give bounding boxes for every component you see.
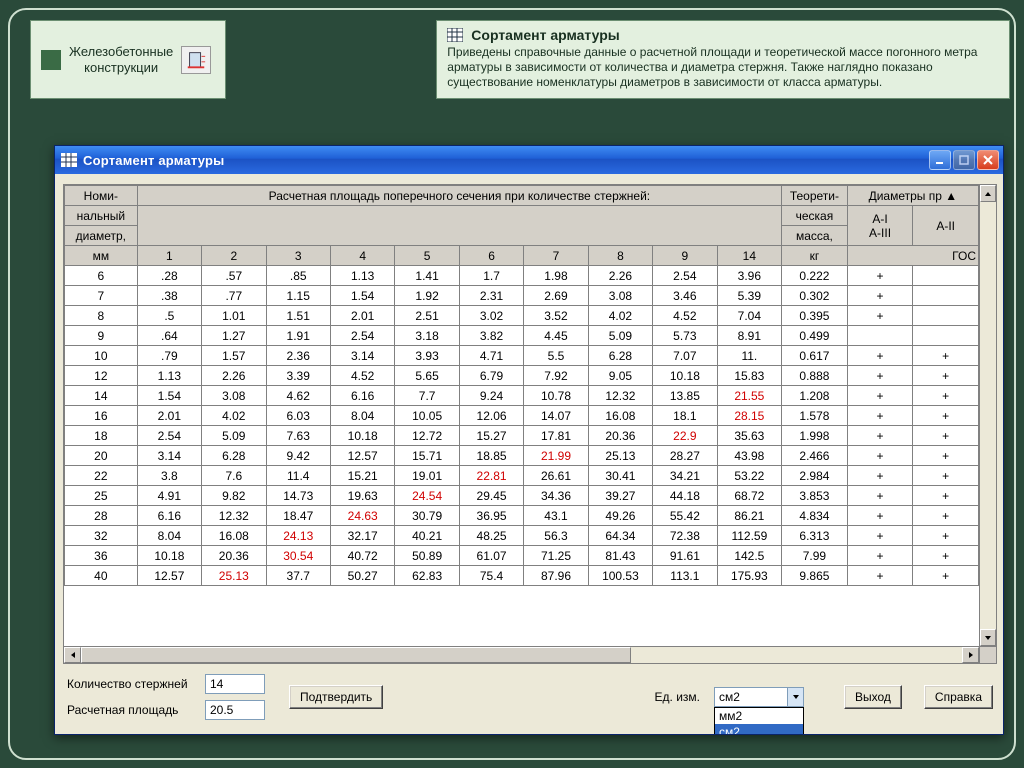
unit-option-mm2[interactable]: мм2 xyxy=(715,708,803,724)
area-input[interactable] xyxy=(205,700,265,720)
col-a2: A-II xyxy=(913,206,979,246)
data-grid[interactable]: Номи-Расчетная площадь поперечного сечен… xyxy=(63,184,997,664)
col-mass: Теорети- xyxy=(782,186,848,206)
col-qty-8: 8 xyxy=(588,246,652,266)
table-icon xyxy=(447,28,463,42)
col-qty-1: 1 xyxy=(137,246,201,266)
table-row[interactable]: 286.1612.3218.4724.6330.7936.9543.149.26… xyxy=(65,506,979,526)
col-qty-4: 4 xyxy=(330,246,394,266)
window: Сортамент арматуры Номи-Расчетная площад… xyxy=(54,145,1004,735)
scroll-up-icon[interactable] xyxy=(980,185,996,202)
col-gost: ГОС xyxy=(847,246,978,266)
qty-input[interactable] xyxy=(205,674,265,694)
header-right-title: Сортамент арматуры xyxy=(471,27,619,43)
titlebar[interactable]: Сортамент арматуры xyxy=(55,146,1003,174)
diagram-icon xyxy=(181,46,211,74)
col-diameters: Диаметры пр ▲ xyxy=(847,186,978,206)
unit-option-cm2[interactable]: см2 xyxy=(715,724,803,734)
unit-dropdown-list[interactable]: мм2 см2 xyxy=(714,707,804,734)
horizontal-scrollbar[interactable] xyxy=(64,646,996,663)
table-row[interactable]: 8.51.011.512.012.513.023.524.024.527.040… xyxy=(65,306,979,326)
area-label: Расчетная площадь xyxy=(67,703,197,717)
col-qty-14: 14 xyxy=(717,246,782,266)
title-table-icon xyxy=(61,153,77,167)
col-qty-5: 5 xyxy=(395,246,459,266)
close-button[interactable] xyxy=(977,150,999,170)
col-qty-6: 6 xyxy=(459,246,523,266)
table-row[interactable]: 10.791.572.363.143.934.715.56.287.0711.0… xyxy=(65,346,979,366)
col-qty-2: 2 xyxy=(202,246,266,266)
header-panel-right: Сортамент арматуры Приведены справочные … xyxy=(436,20,1010,99)
scroll-down-icon[interactable] xyxy=(980,629,996,646)
table-row[interactable]: 328.0416.0824.1332.1740.2148.2556.364.34… xyxy=(65,526,979,546)
chevron-down-icon[interactable] xyxy=(787,688,803,706)
material-icon xyxy=(41,50,61,70)
help-button[interactable]: Справка xyxy=(924,685,993,709)
table-row[interactable]: 4012.5725.1337.750.2762.8375.487.96100.5… xyxy=(65,566,979,586)
scroll-left-icon[interactable] xyxy=(64,647,81,663)
table-row[interactable]: 203.146.289.4212.5715.7118.8521.9925.132… xyxy=(65,446,979,466)
exit-button[interactable]: Выход xyxy=(844,685,902,709)
table-row[interactable]: 7.38.771.151.541.922.312.693.083.465.390… xyxy=(65,286,979,306)
window-title: Сортамент арматуры xyxy=(83,153,929,168)
col-qty-9: 9 xyxy=(653,246,717,266)
header-right-desc: Приведены справочные данные о расчетной … xyxy=(447,45,999,90)
header-panel-left: Железобетонные конструкции xyxy=(30,20,226,99)
col-qty-7: 7 xyxy=(524,246,588,266)
col-span-area: Расчетная площадь поперечного сечения пр… xyxy=(137,186,781,206)
col-qty-3: 3 xyxy=(266,246,330,266)
table-row[interactable]: 9.641.271.912.543.183.824.455.095.738.91… xyxy=(65,326,979,346)
table-row[interactable]: 162.014.026.038.0410.0512.0614.0716.0818… xyxy=(65,406,979,426)
confirm-button[interactable]: Подтвердить xyxy=(289,685,383,709)
unit-label: Ед. изм. xyxy=(655,690,700,704)
header-left-line1: Железобетонные xyxy=(69,44,173,59)
table-row[interactable]: 182.545.097.6310.1812.7215.2717.8120.362… xyxy=(65,426,979,446)
table-row[interactable]: 223.87.611.415.2119.0122.8126.6130.4134.… xyxy=(65,466,979,486)
col-nominal: Номи- xyxy=(65,186,138,206)
col-a1-a3: A-IA-III xyxy=(847,206,913,246)
qty-label: Количество стержней xyxy=(67,677,197,691)
unit-select[interactable]: см2 мм2 см2 xyxy=(714,687,804,707)
unit-selected: см2 xyxy=(715,690,787,704)
table-row[interactable]: 3610.1820.3630.5440.7250.8961.0771.2581.… xyxy=(65,546,979,566)
vertical-scrollbar[interactable] xyxy=(979,185,996,646)
scroll-right-icon[interactable] xyxy=(962,647,979,663)
table-row[interactable]: 254.919.8214.7319.6324.5429.4534.3639.27… xyxy=(65,486,979,506)
minimize-button[interactable] xyxy=(929,150,951,170)
table-row[interactable]: 121.132.263.394.525.656.797.929.0510.181… xyxy=(65,366,979,386)
table-row[interactable]: 6.28.57.851.131.411.71.982.262.543.960.2… xyxy=(65,266,979,286)
table-row[interactable]: 141.543.084.626.167.79.2410.7812.3213.85… xyxy=(65,386,979,406)
header-left-line2: конструкции xyxy=(84,60,158,75)
scroll-thumb[interactable] xyxy=(81,647,631,663)
maximize-button[interactable] xyxy=(953,150,975,170)
